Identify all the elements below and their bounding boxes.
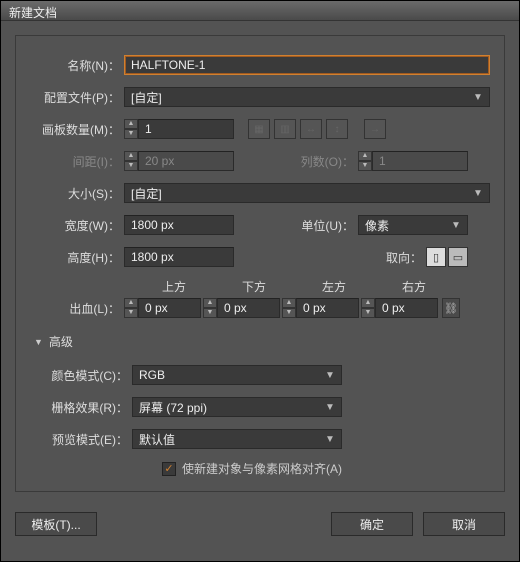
label-width: 宽度(W)： — [30, 217, 120, 234]
name-input[interactable] — [124, 55, 490, 75]
label-height: 高度(H)： — [30, 249, 120, 266]
units-select[interactable]: 像素 ▼ — [358, 215, 468, 235]
bleed-bottom-stepper[interactable]: ▲▼ — [203, 298, 217, 318]
label-bleed: 出血(L)： — [30, 300, 120, 317]
triangle-down-icon: ▼ — [34, 337, 43, 347]
dialog-panel: 名称(N)： 配置文件(P)： [自定] ▼ 画板数量(M)： ▲▼ — [15, 35, 505, 492]
arrow-right-icon[interactable]: → — [364, 119, 386, 139]
cancel-button[interactable]: 取消 — [423, 512, 505, 536]
label-preview: 预览模式(E)： — [30, 431, 128, 448]
size-value: [自定] — [131, 185, 162, 202]
ok-button[interactable]: 确定 — [331, 512, 413, 536]
units-value: 像素 — [365, 217, 389, 234]
bleed-left-input[interactable] — [296, 298, 359, 318]
label-spacing: 间距(I)： — [30, 153, 120, 170]
preview-select[interactable]: 默认值 ▼ — [132, 429, 342, 449]
columns-input — [372, 151, 468, 171]
link-icon[interactable]: ⛓ — [442, 298, 460, 318]
spacing-stepper: ▲▼ — [124, 151, 138, 171]
bleed-top-input[interactable] — [138, 298, 201, 318]
colormode-value: RGB — [139, 368, 165, 382]
label-align-pixel: 使新建对象与像素网格对齐(A) — [182, 460, 342, 477]
raster-value: 屏幕 (72 ppi) — [139, 399, 207, 416]
bleed-left-stepper[interactable]: ▲▼ — [282, 298, 296, 318]
title-bar: 新建文档 — [1, 1, 519, 21]
chevron-down-icon: ▼ — [471, 188, 485, 199]
chevron-down-icon: ▼ — [449, 220, 463, 231]
arrange-ltr-icon[interactable]: ↕ — [326, 119, 348, 139]
height-input[interactable] — [124, 247, 234, 267]
preview-value: 默认值 — [139, 431, 175, 448]
label-units: 单位(U)： — [294, 217, 354, 234]
artboards-stepper[interactable]: ▲▼ — [124, 119, 138, 139]
landscape-icon[interactable]: ▭ — [448, 247, 468, 267]
columns-stepper: ▲▼ — [358, 151, 372, 171]
label-top: 上方 — [146, 278, 224, 295]
label-advanced: 高级 — [49, 333, 73, 350]
grid-row-icon[interactable]: ▦ — [248, 119, 270, 139]
portrait-icon[interactable]: ▯ — [426, 247, 446, 267]
bleed-top-stepper[interactable]: ▲▼ — [124, 298, 138, 318]
bleed-right-input[interactable] — [375, 298, 438, 318]
chevron-down-icon: ▼ — [323, 402, 337, 413]
label-profile: 配置文件(P)： — [30, 89, 120, 106]
label-name: 名称(N)： — [30, 57, 120, 74]
grid-col-icon[interactable]: ▥ — [274, 119, 296, 139]
chevron-down-icon: ▼ — [323, 370, 337, 381]
label-size: 大小(S)： — [30, 185, 120, 202]
raster-select[interactable]: 屏幕 (72 ppi) ▼ — [132, 397, 342, 417]
align-pixel-checkbox[interactable]: ✓ 使新建对象与像素网格对齐(A) — [162, 460, 490, 477]
label-bottom: 下方 — [226, 278, 304, 295]
label-colormode: 颜色模式(C)： — [30, 367, 128, 384]
profile-select[interactable]: [自定] ▼ — [124, 87, 490, 107]
label-left: 左方 — [306, 278, 384, 295]
bleed-right-stepper[interactable]: ▲▼ — [361, 298, 375, 318]
colormode-select[interactable]: RGB ▼ — [132, 365, 342, 385]
label-raster: 栅格效果(R)： — [30, 399, 128, 416]
label-right: 右方 — [386, 278, 464, 295]
size-select[interactable]: [自定] ▼ — [124, 183, 490, 203]
width-input[interactable] — [124, 215, 234, 235]
label-artboards: 画板数量(M)： — [30, 121, 120, 138]
arrange-rtl-icon[interactable]: ↔ — [300, 119, 322, 139]
bleed-bottom-input[interactable] — [217, 298, 280, 318]
chevron-down-icon: ▼ — [471, 92, 485, 103]
templates-button[interactable]: 模板(T)... — [15, 512, 97, 536]
label-orientation: 取向： — [378, 249, 422, 266]
spacing-input — [138, 151, 234, 171]
label-columns: 列数(O)： — [294, 153, 354, 170]
artboards-input[interactable] — [138, 119, 234, 139]
advanced-section-toggle[interactable]: ▼ 高级 — [30, 333, 490, 350]
checkmark-icon: ✓ — [162, 462, 176, 476]
chevron-down-icon: ▼ — [323, 434, 337, 445]
profile-value: [自定] — [131, 89, 162, 106]
window-title: 新建文档 — [9, 6, 57, 20]
